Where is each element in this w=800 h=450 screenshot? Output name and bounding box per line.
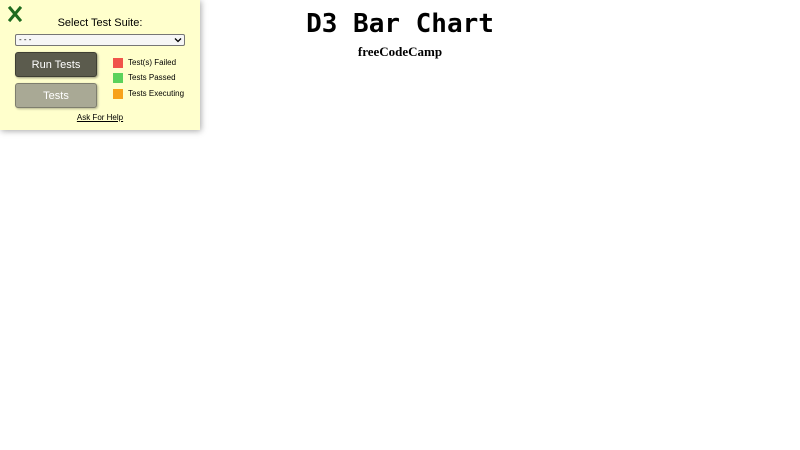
select-test-suite-label: Select Test Suite: [57,17,143,29]
tests-button[interactable]: Tests [15,83,97,108]
test-suite-panel: Select Test Suite: - - - Run Tests Tests… [0,0,200,130]
test-suite-select[interactable]: - - - [15,34,185,46]
executing-swatch [113,89,123,99]
test-suite-select-value: - - - [19,35,32,44]
passed-swatch [113,73,123,83]
chevron-down-icon [174,38,182,43]
run-tests-button[interactable]: Run Tests [15,52,97,77]
ask-for-help-link[interactable]: Ask For Help [0,112,200,123]
legend-label-executing: Tests Executing [128,89,185,98]
legend-label-passed: Tests Passed [128,73,176,82]
failed-swatch [113,58,123,68]
legend-label-failed: Test(s) Failed [128,58,177,67]
